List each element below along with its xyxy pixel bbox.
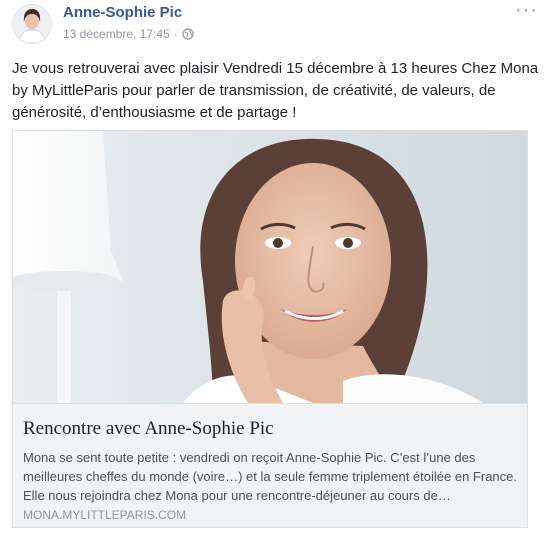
link-preview-description: Mona se sent toute petite : vendredi on … (23, 450, 517, 503)
link-preview-footer[interactable]: Rencontre avec Anne-Sophie Pic Mona se s… (13, 403, 527, 527)
more-options-icon[interactable]: ··· (515, 0, 538, 20)
post-message: Je vous retrouverai avec plaisir Vendred… (12, 60, 539, 121)
post-meta: 13 décembre, 17:45 · (63, 27, 194, 41)
author-avatar[interactable] (12, 4, 52, 44)
link-preview-title[interactable]: Rencontre avec Anne-Sophie Pic (23, 418, 513, 440)
facebook-post: Anne-Sophie Pic 13 décembre, 17:45 · ···… (0, 0, 550, 534)
chef-portrait-image (13, 131, 527, 403)
globe-icon[interactable] (182, 28, 194, 40)
link-preview-domain: MONA.MYLITTLEPARIS.COM (23, 508, 187, 522)
post-timestamp[interactable]: 13 décembre, 17:45 (63, 27, 170, 41)
meta-separator: · (173, 27, 178, 41)
link-preview-card[interactable]: Rencontre avec Anne-Sophie Pic Mona se s… (12, 130, 528, 528)
link-preview-image[interactable] (13, 131, 527, 403)
avatar-portrait-icon (13, 5, 51, 43)
post-author-name[interactable]: Anne-Sophie Pic (63, 4, 182, 21)
